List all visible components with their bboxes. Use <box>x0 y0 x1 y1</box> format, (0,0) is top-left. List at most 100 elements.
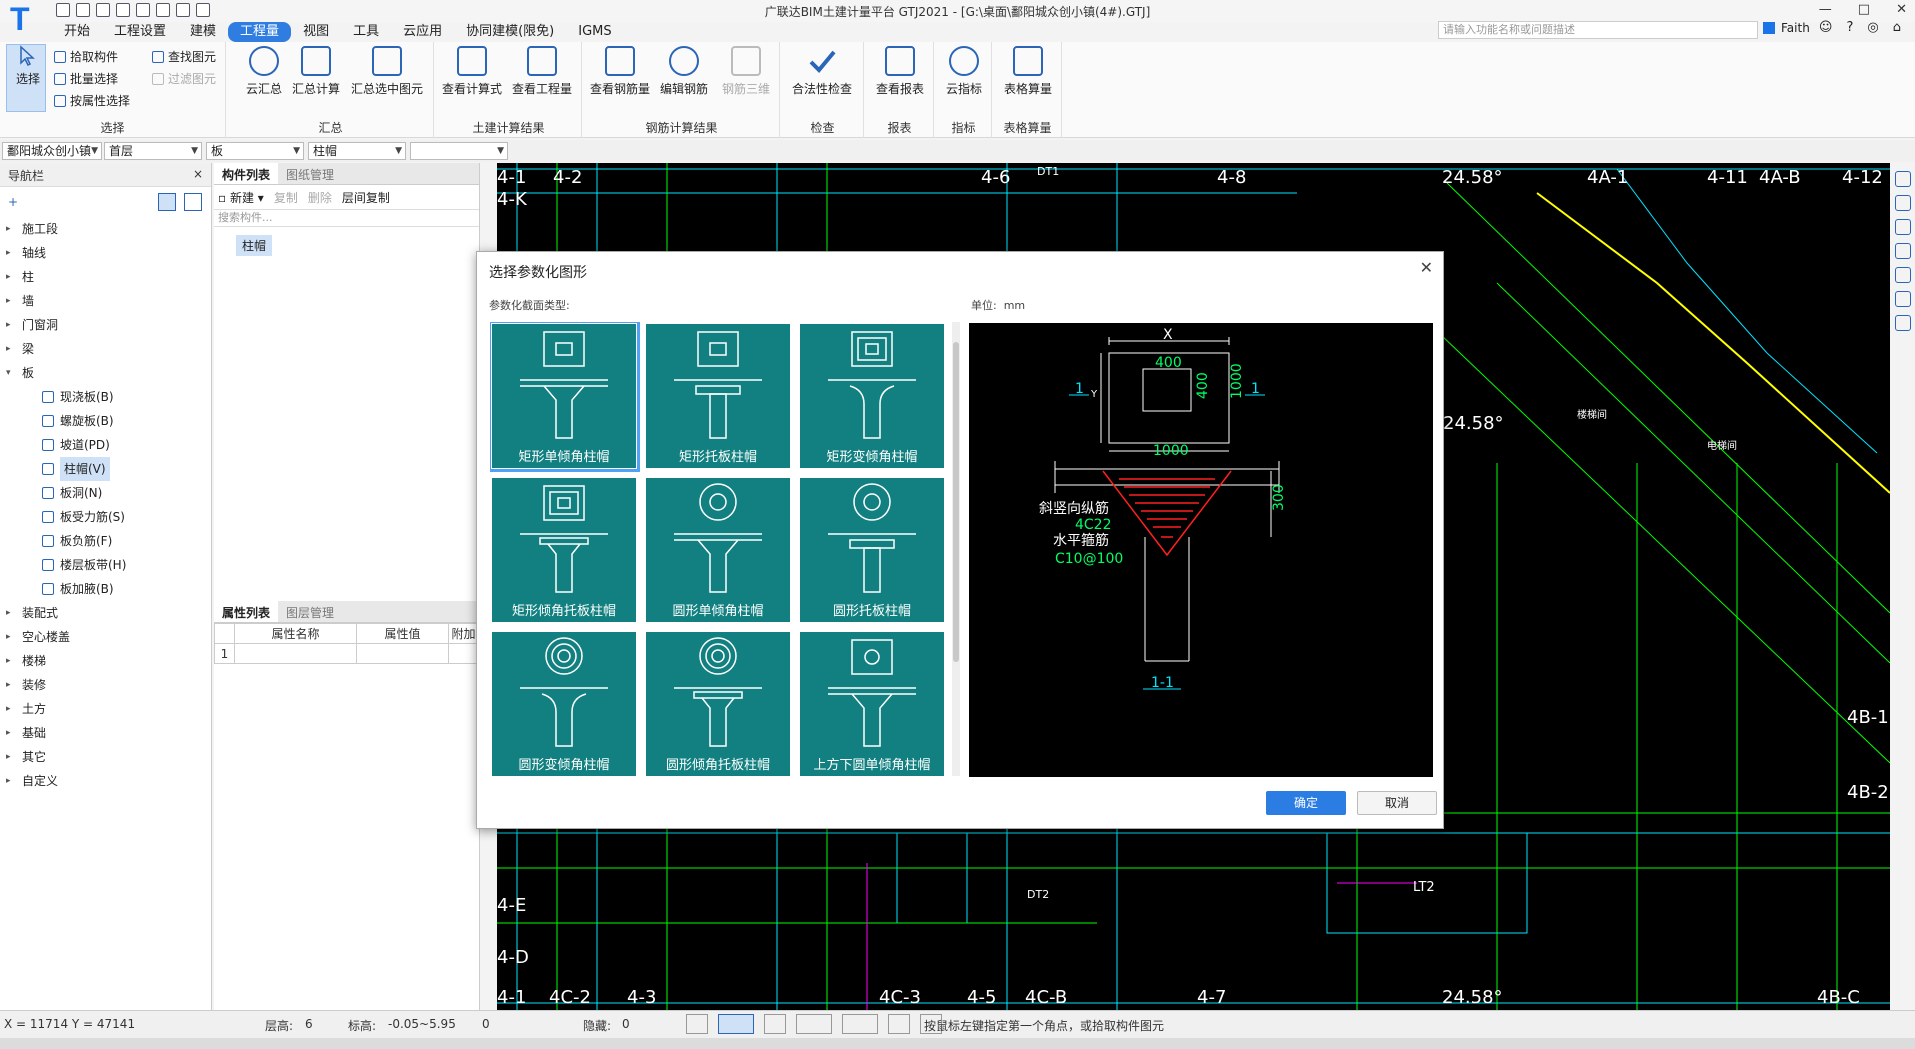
minimize-button[interactable]: — <box>1819 2 1832 17</box>
cross-select-icon[interactable] <box>764 1014 786 1034</box>
attr-select-button[interactable]: 按属性选择 <box>54 92 130 109</box>
skin-icon[interactable]: ◎ <box>1867 20 1878 35</box>
project-select[interactable]: 鄱阳城众创小镇 ▼ <box>2 142 102 160</box>
rebar-3d-button[interactable]: 钢筋三维 <box>714 46 778 97</box>
view-cube-icon[interactable] <box>1894 243 1911 259</box>
nav-sub-slab-haunch[interactable]: 板加腋(B) <box>42 577 211 601</box>
shape-tile[interactable]: 矩形变倾角柱帽 <box>800 324 944 468</box>
nav-sub-slab-hole[interactable]: 板洞(N) <box>42 481 211 505</box>
close-button[interactable]: ✕ <box>1896 2 1907 17</box>
pick-component-button[interactable]: 拾取构件 <box>54 48 118 65</box>
nav-item-hollow-floor[interactable]: ▸ 空心楼盖 <box>6 625 211 649</box>
menu-start[interactable]: 开始 <box>52 22 102 42</box>
view-top-icon[interactable] <box>1894 195 1911 211</box>
summary-selected-button[interactable]: 汇总选中图元 <box>344 46 430 97</box>
shape-grid-scrollbar[interactable] <box>952 322 960 776</box>
tab-property-list[interactable]: 属性列表 <box>214 601 279 622</box>
nav-item-slab[interactable]: ▾ 板 <box>6 361 211 385</box>
nav-item-foundation[interactable]: ▸ 基础 <box>6 721 211 745</box>
user-account[interactable]: Faith <box>1763 21 1810 35</box>
floor-select[interactable]: 首层 ▼ <box>104 142 202 160</box>
shape-tile[interactable]: 圆形变倾角柱帽 <box>492 632 636 776</box>
function-search-input[interactable]: 请输入功能名称或问题描述 <box>1438 21 1758 39</box>
nav-item-column[interactable]: ▸ 柱 <box>6 265 211 289</box>
find-element-button[interactable]: 查找图元 <box>152 48 216 65</box>
copy-component-button[interactable]: 复制 <box>274 189 298 206</box>
measure-icon[interactable] <box>1894 315 1911 331</box>
table-cell[interactable] <box>355 643 450 664</box>
nav-sub-column-cap[interactable]: 柱帽(V) <box>42 457 211 481</box>
menu-project-settings[interactable]: 工程设置 <box>102 22 178 42</box>
shape-tile[interactable]: 圆形倾角托板柱帽 <box>646 632 790 776</box>
nav-item-custom[interactable]: ▸ 自定义 <box>6 769 211 793</box>
cloud-index-button[interactable]: 云指标 <box>932 46 996 97</box>
shape-tile[interactable]: 圆形单倾角柱帽 <box>646 478 790 622</box>
shape-tile[interactable]: 矩形倾角托板柱帽 <box>492 478 636 622</box>
offset-icon[interactable] <box>842 1014 878 1034</box>
ortho-icon[interactable] <box>686 1014 708 1034</box>
dialog-close-icon[interactable]: ✕ <box>1420 258 1433 277</box>
nav-sub-cast-slab[interactable]: 现浇板(B) <box>42 385 211 409</box>
nav-sub-spiral-slab[interactable]: 螺旋板(B) <box>42 409 211 433</box>
cancel-button[interactable]: 取消 <box>1357 791 1437 815</box>
nav-item-earthwork[interactable]: ▸ 土方 <box>6 697 211 721</box>
filter-element-button[interactable]: 过滤图元 <box>152 70 216 87</box>
list-item[interactable]: 柱帽 <box>236 235 273 256</box>
nav-item-axis[interactable]: ▸ 轴线 <box>6 241 211 265</box>
view-formula-button[interactable]: 查看计算式 <box>440 46 504 97</box>
table-cell[interactable] <box>234 643 357 664</box>
menu-igms[interactable]: IGMS <box>566 22 623 42</box>
list-view-icon[interactable] <box>158 193 176 211</box>
shape-tile[interactable]: 圆形托板柱帽 <box>800 478 944 622</box>
screen-icon[interactable] <box>888 1014 910 1034</box>
category-select[interactable]: 板 ▼ <box>206 142 304 160</box>
menu-cloud[interactable]: 云应用 <box>391 22 454 42</box>
edit-rebar-button[interactable]: 编辑钢筋 <box>652 46 716 97</box>
extra-select[interactable]: ▼ <box>410 142 508 160</box>
delete-component-button[interactable]: 删除 <box>308 189 332 206</box>
help-icon[interactable]: ? <box>1846 20 1853 35</box>
menu-view[interactable]: 视图 <box>291 22 341 42</box>
tab-layer-management[interactable]: 图层管理 <box>278 601 342 622</box>
tab-drawing-management[interactable]: 图纸管理 <box>278 163 342 184</box>
view-report-button[interactable]: 查看报表 <box>868 46 932 97</box>
shape-tile[interactable]: 矩形单倾角柱帽 <box>490 322 640 472</box>
table-row[interactable]: 1 <box>214 643 479 664</box>
shirt-icon[interactable]: ⌂ <box>1893 20 1901 35</box>
nav-sub-slab-rebar[interactable]: 板受力筋(S) <box>42 505 211 529</box>
rotate-icon[interactable] <box>1894 291 1911 307</box>
view-3d-icon[interactable] <box>1894 171 1911 187</box>
floor-copy-button[interactable]: 层间复制 <box>342 189 390 206</box>
nav-item-construction-segment[interactable]: ▸ 施工段 <box>6 217 211 241</box>
tab-component-list[interactable]: 构件列表 <box>214 163 279 184</box>
nav-item-decoration[interactable]: ▸ 装修 <box>6 673 211 697</box>
legality-check-button[interactable]: 合法性检查 <box>790 46 854 97</box>
table-cell[interactable] <box>448 643 479 664</box>
tree-view-icon[interactable] <box>184 193 202 211</box>
view-side-icon[interactable] <box>1894 219 1911 235</box>
menu-quantity[interactable]: 工程量 <box>228 22 292 42</box>
nav-sub-neg-rebar[interactable]: 板负筋(F) <box>42 529 211 553</box>
nav-item-wall[interactable]: ▸ 墙 <box>6 289 211 313</box>
maximize-button[interactable]: □ <box>1858 2 1870 17</box>
nav-sub-slab-strip[interactable]: 楼层板带(H) <box>42 553 211 577</box>
shape-tile[interactable]: 上方下圆单倾角柱帽 <box>800 632 944 776</box>
summary-calc-button[interactable]: 汇总计算 <box>284 46 348 97</box>
nav-item-prefab[interactable]: ▸ 装配式 <box>6 601 211 625</box>
message-icon[interactable]: ☺ <box>1819 20 1833 35</box>
rect-select-icon[interactable] <box>718 1014 754 1034</box>
nav-item-door-window[interactable]: ▸ 门窗洞 <box>6 313 211 337</box>
shape-tile[interactable]: 矩形托板柱帽 <box>646 324 790 468</box>
nav-item-other[interactable]: ▸ 其它 <box>6 745 211 769</box>
component-search-input[interactable]: 搜索构件... <box>214 209 479 227</box>
ok-button[interactable]: 确定 <box>1266 791 1346 815</box>
menu-modeling[interactable]: 建模 <box>178 22 228 42</box>
nav-item-stairs[interactable]: ▸ 楼梯 <box>6 649 211 673</box>
zoom-extent-icon[interactable] <box>1894 267 1911 283</box>
view-rebar-button[interactable]: 查看钢筋量 <box>588 46 652 97</box>
table-calc-button[interactable]: 表格算量 <box>996 46 1060 97</box>
menu-tools[interactable]: 工具 <box>341 22 391 42</box>
batch-select-button[interactable]: 批量选择 <box>54 70 118 87</box>
component-select[interactable]: 柱帽 ▼ <box>308 142 406 160</box>
angle-snap-icon[interactable] <box>796 1014 832 1034</box>
